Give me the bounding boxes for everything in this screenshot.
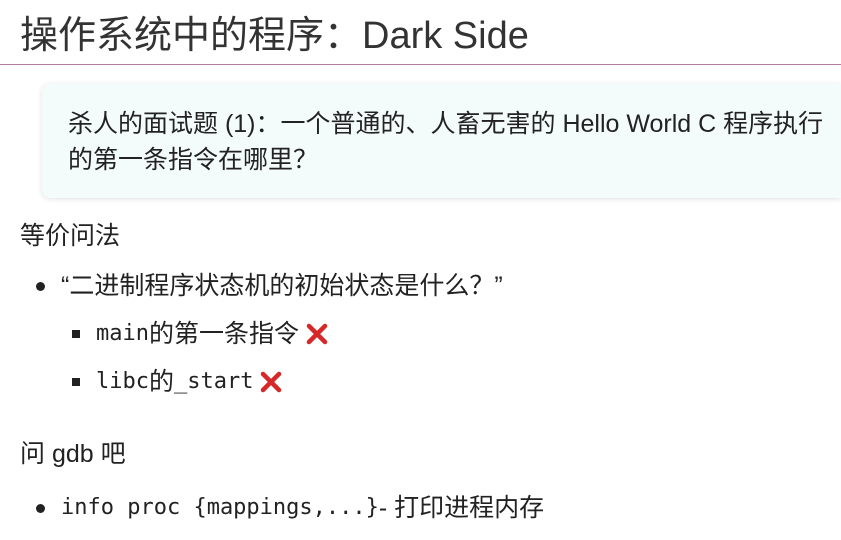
sub-item-text: 的 xyxy=(148,368,174,396)
code-info-proc: info proc {mappings,...} xyxy=(61,495,379,520)
section-heading-equivalent-question: 等价问法 xyxy=(20,222,121,250)
title-divider xyxy=(0,64,841,65)
bullet-dot-icon xyxy=(36,503,45,513)
sub-item-text: 的第一条指令 xyxy=(148,320,299,348)
callout-text: 杀人的面试题 (1)：一个普通的、人畜无害的 Hello World C 程序执… xyxy=(68,110,824,174)
code-main: main xyxy=(96,321,149,346)
bullet-dot-icon xyxy=(36,281,45,291)
question-text: “二进制程序状态机的初始状态是什么？” xyxy=(61,272,503,300)
sub-item-main: main 的第一条指令 xyxy=(72,316,329,352)
list-item-question: “二进制程序状态机的初始状态是什么？” xyxy=(36,268,503,304)
code-libc: libc xyxy=(96,369,149,394)
bullet-square-icon xyxy=(72,330,80,338)
section-heading-ask-gdb: 问 gdb 吧 xyxy=(20,440,126,468)
page-title: 操作系统中的程序：Dark Side xyxy=(20,15,529,57)
sub-item-libc: libc 的 _start xyxy=(72,364,283,400)
cross-mark-icon xyxy=(261,371,282,393)
code-start: _start xyxy=(174,369,254,394)
cross-mark-icon xyxy=(306,323,328,345)
list-item-info-proc: info proc {mappings,...} - 打印进程内存 xyxy=(36,490,544,526)
callout-box: 杀人的面试题 (1)：一个普通的、人畜无害的 Hello World C 程序执… xyxy=(42,84,841,198)
info-proc-text: - 打印进程内存 xyxy=(378,494,545,522)
bullet-square-icon xyxy=(72,378,80,386)
